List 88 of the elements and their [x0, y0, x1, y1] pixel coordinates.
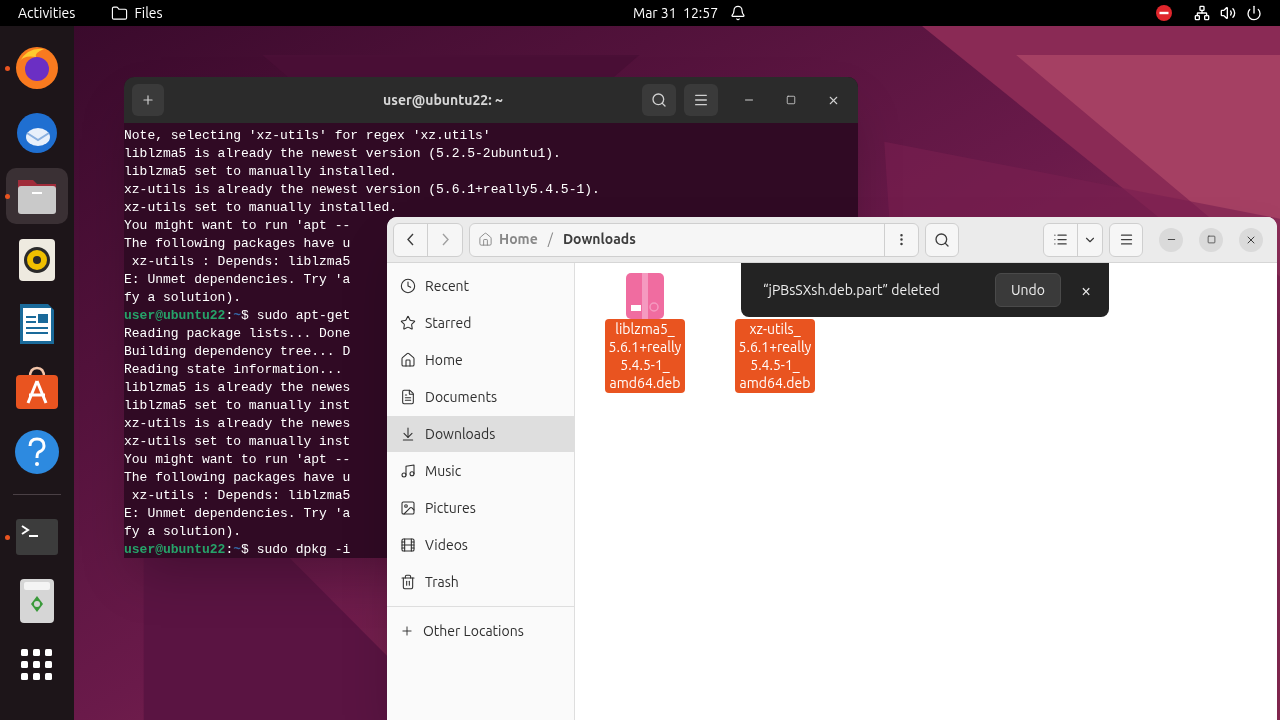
sidebar-item[interactable]: Downloads [387, 416, 574, 452]
window-title: user@ubuntu22: ~ [383, 90, 503, 110]
terminal-line: user@ubuntu22:~$ sudo apt-get [124, 308, 351, 323]
close-button[interactable]: × [1077, 281, 1095, 299]
star-icon [400, 315, 416, 331]
recycle-bin-icon [19, 578, 55, 624]
search-icon [934, 231, 950, 248]
terminal-line: user@ubuntu22:~$ sudo dpkg -i [124, 542, 351, 557]
terminal-line: Reading state information... [124, 362, 343, 377]
terminal-line: xz-utils : Depends: liblzma5 [130, 254, 351, 269]
path-segment[interactable]: Downloads [562, 229, 636, 250]
new-tab-button[interactable] [132, 84, 164, 116]
sidebar-item[interactable]: Pictures [387, 490, 574, 526]
terminal-line: xz-utils is already the newest version (5.6.1+really5.4.5-1). [124, 182, 600, 197]
shopping-bag-icon [14, 365, 60, 411]
speaker-icon [18, 238, 56, 282]
terminal-line: xz-utils set to manually inst [124, 434, 351, 449]
terminal-line: xz-utils is already the newes [124, 416, 351, 431]
app-menu[interactable]: Files [134, 2, 163, 24]
terminal-line: liblzma5 is already the newest version (5.2.5-2ubuntu1). [124, 146, 561, 161]
terminal-line: xz-utils : Depends: liblzma5 [130, 488, 351, 503]
terminal-line: You might want to run 'apt -- [124, 452, 351, 467]
folder-icon [111, 4, 129, 22]
maximize-icon [786, 95, 796, 105]
menu-button[interactable] [1109, 222, 1143, 257]
terminal-line: Building dependency tree... D [124, 344, 351, 359]
home-icon [400, 352, 416, 368]
clock-icon [400, 278, 416, 294]
browser-icon [14, 45, 60, 91]
document-icon [18, 302, 56, 346]
terminal-line: fy a solution). [124, 524, 242, 539]
download-icon [400, 426, 416, 442]
file-name[interactable]: liblzma5_ 5.6.1+really 5.4.5-1_ amd64.deb [604, 319, 686, 393]
activities-button[interactable]: Activities [18, 2, 76, 24]
film-icon [400, 537, 416, 553]
image-icon [400, 500, 416, 516]
terminal-icon [15, 518, 59, 556]
maximize-button[interactable] [1199, 227, 1223, 252]
document-icon [400, 389, 416, 405]
back-icon [407, 233, 414, 246]
sidebar-item[interactable]: Videos [387, 527, 574, 563]
file-name[interactable]: xz-utils_ 5.6.1+really 5.4.5-1_ amd64.deb [734, 319, 816, 393]
search-button[interactable] [925, 222, 959, 257]
plus-icon [141, 93, 155, 107]
menu-icon [1118, 232, 1134, 247]
dock-item[interactable] [6, 168, 68, 224]
app-grid-icon [21, 649, 53, 681]
sidebar-item[interactable]: Home [387, 342, 574, 378]
path-separator: / [547, 230, 553, 249]
toast-message: “jPBsSXsh.deb.part” deleted [763, 280, 940, 300]
terminal-line: liblzma5 set to manually installed. [124, 164, 398, 179]
maximize-icon [1206, 235, 1216, 244]
terminal-line: E: Unmet dependencies. Try 'a [124, 506, 351, 521]
terminal-line: fy a solution). [124, 290, 242, 305]
terminal-line: The following packages have u [124, 236, 351, 251]
plus-icon [400, 624, 414, 638]
undo-button[interactable]: Undo [995, 273, 1061, 307]
terminal-line: liblzma5 is already the newes [124, 380, 351, 395]
clock[interactable]: Mar 31 12:57 [633, 2, 719, 24]
list-icon [1053, 232, 1068, 247]
bell-icon[interactable] [730, 5, 747, 21]
do-not-disturb-icon[interactable] [1156, 5, 1172, 21]
terminal-line: Note, selecting 'xz-utils' for regex 'xz.utils' [124, 128, 491, 143]
help-icon [14, 429, 60, 475]
forward-icon [441, 233, 449, 246]
menu-icon [693, 92, 709, 108]
sidebar-item[interactable]: Starred [387, 305, 574, 341]
terminal-line: You might want to run 'apt -- [124, 218, 351, 233]
terminal-line: E: Unmet dependencies. Try 'a [124, 272, 351, 287]
sidebar-item[interactable]: Recent [387, 268, 574, 304]
terminal-line: xz-utils set to manually installed. [124, 200, 398, 215]
sidebar-item[interactable]: Documents [387, 379, 574, 415]
search-icon [651, 92, 667, 108]
power-icon[interactable] [1246, 5, 1262, 21]
trash-icon [400, 574, 416, 590]
package-icon [626, 273, 664, 319]
sidebar-item[interactable]: Other Locations [387, 613, 574, 649]
terminal-line: liblzma5 set to manually inst [124, 398, 351, 413]
terminal-line: The following packages have u [124, 470, 351, 485]
volume-icon[interactable] [1220, 5, 1236, 21]
menu-button[interactable] [684, 84, 718, 116]
terminal-line: Reading package lists... Done [124, 326, 351, 341]
sidebar-item[interactable]: Music [387, 453, 574, 489]
search-button[interactable] [642, 84, 676, 116]
music-note-icon [400, 463, 416, 479]
home-icon [478, 232, 493, 247]
sidebar-item[interactable]: Trash [387, 564, 574, 600]
network-icon[interactable] [1194, 5, 1210, 21]
